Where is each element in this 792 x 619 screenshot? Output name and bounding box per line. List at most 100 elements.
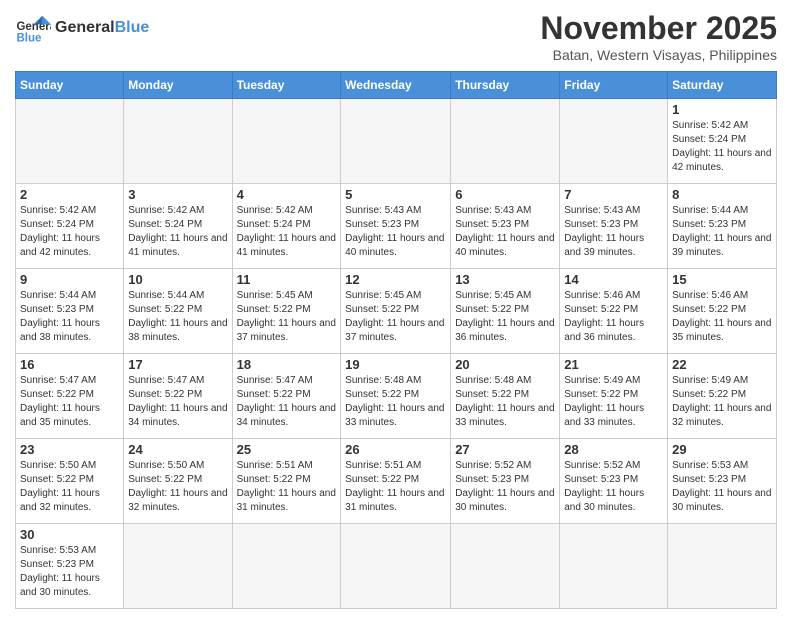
day-info: Sunrise: 5:46 AMSunset: 5:22 PMDaylight:… (672, 289, 772, 345)
calendar-cell (451, 524, 560, 609)
calendar-cell (232, 99, 341, 184)
calendar-cell (16, 99, 124, 184)
calendar-cell: 11Sunrise: 5:45 AMSunset: 5:22 PMDayligh… (232, 269, 341, 354)
day-info: Sunrise: 5:49 AMSunset: 5:22 PMDaylight:… (672, 374, 772, 430)
calendar-cell: 16 Sunrise: 5:47 AMSunset: 5:22 PMDayligh… (16, 354, 124, 439)
day-info: Sunrise: 5:44 AMSunset: 5:23 PMDaylight:… (672, 204, 772, 260)
calendar-cell: 29 Sunrise: 5:53 AMSunset: 5:23 PMDayligh… (668, 439, 777, 524)
day-number: 12 (345, 272, 446, 287)
calendar-cell: 13Sunrise: 5:45 AMSunset: 5:22 PMDayligh… (451, 269, 560, 354)
day-info: Sunrise: 5:42 AMSunset: 5:24 PMDaylight:… (672, 119, 772, 175)
calendar-cell (451, 99, 560, 184)
location-subtitle: Batan, Western Visayas, Philippines (540, 47, 777, 63)
day-info: Sunrise: 5:44 AMSunset: 5:22 PMDaylight:… (128, 289, 227, 345)
calendar-week-row: 16 Sunrise: 5:47 AMSunset: 5:22 PMDayligh… (16, 354, 777, 439)
day-number: 23 (20, 442, 119, 457)
day-number: 25 (237, 442, 337, 457)
calendar-cell: 2Sunrise: 5:42 AMSunset: 5:24 PMDaylight… (16, 184, 124, 269)
day-info: Sunrise: 5:51 AMSunset: 5:22 PMDaylight:… (237, 459, 337, 515)
calendar-cell (668, 524, 777, 609)
day-info: Sunrise: 5:47 AMSunset: 5:22 PMDaylight:… (128, 374, 227, 430)
calendar-cell: 5 Sunrise: 5:43 AMSunset: 5:23 PMDaylight… (341, 184, 451, 269)
calendar-cell: 27Sunrise: 5:52 AMSunset: 5:23 PMDayligh… (451, 439, 560, 524)
page-header: General Blue GeneralBlue November 2025 B… (15, 10, 777, 63)
day-info: Sunrise: 5:43 AMSunset: 5:23 PMDaylight:… (345, 204, 446, 260)
day-number: 10 (128, 272, 227, 287)
day-number: 11 (237, 272, 337, 287)
calendar-cell: 15 Sunrise: 5:46 AMSunset: 5:22 PMDayligh… (668, 269, 777, 354)
day-info: Sunrise: 5:44 AMSunset: 5:23 PMDaylight:… (20, 289, 119, 345)
day-number: 9 (20, 272, 119, 287)
day-number: 14 (564, 272, 663, 287)
calendar-cell: 9 Sunrise: 5:44 AMSunset: 5:23 PMDaylight… (16, 269, 124, 354)
logo-icon: General Blue (15, 10, 51, 46)
calendar-cell: 4Sunrise: 5:42 AMSunset: 5:24 PMDaylight… (232, 184, 341, 269)
day-number: 29 (672, 442, 772, 457)
day-number: 26 (345, 442, 446, 457)
day-number: 6 (455, 187, 555, 202)
day-number: 15 (672, 272, 772, 287)
weekday-header-wednesday: Wednesday (341, 72, 451, 99)
day-info: Sunrise: 5:43 AMSunset: 5:23 PMDaylight:… (564, 204, 663, 260)
day-info: Sunrise: 5:50 AMSunset: 5:22 PMDaylight:… (128, 459, 227, 515)
day-info: Sunrise: 5:49 AMSunset: 5:22 PMDaylight:… (564, 374, 663, 430)
calendar-cell: 22Sunrise: 5:49 AMSunset: 5:22 PMDayligh… (668, 354, 777, 439)
day-info: Sunrise: 5:51 AMSunset: 5:22 PMDaylight:… (345, 459, 446, 515)
day-number: 18 (237, 357, 337, 372)
day-info: Sunrise: 5:46 AMSunset: 5:22 PMDaylight:… (564, 289, 663, 345)
weekday-header-tuesday: Tuesday (232, 72, 341, 99)
day-number: 21 (564, 357, 663, 372)
day-info: Sunrise: 5:50 AMSunset: 5:22 PMDaylight:… (20, 459, 119, 515)
day-info: Sunrise: 5:47 AMSunset: 5:22 PMDaylight:… (237, 374, 337, 430)
calendar-cell: 17 Sunrise: 5:47 AMSunset: 5:22 PMDayligh… (124, 354, 232, 439)
calendar-cell (560, 524, 668, 609)
calendar-cell (560, 99, 668, 184)
calendar-cell: 8 Sunrise: 5:44 AMSunset: 5:23 PMDaylight… (668, 184, 777, 269)
day-info: Sunrise: 5:53 AMSunset: 5:23 PMDaylight:… (672, 459, 772, 515)
calendar-cell: 10 Sunrise: 5:44 AMSunset: 5:22 PMDayligh… (124, 269, 232, 354)
day-info: Sunrise: 5:43 AMSunset: 5:23 PMDaylight:… (455, 204, 555, 260)
day-info: Sunrise: 5:42 AMSunset: 5:24 PMDaylight:… (237, 204, 337, 260)
day-info: Sunrise: 5:53 AMSunset: 5:23 PMDaylight:… (20, 544, 119, 600)
weekday-header-thursday: Thursday (451, 72, 560, 99)
day-number: 7 (564, 187, 663, 202)
day-number: 27 (455, 442, 555, 457)
calendar-cell: 20Sunrise: 5:48 AMSunset: 5:22 PMDayligh… (451, 354, 560, 439)
day-number: 3 (128, 187, 227, 202)
weekday-header-saturday: Saturday (668, 72, 777, 99)
day-number: 5 (345, 187, 446, 202)
calendar-week-row: 1 Sunrise: 5:42 AMSunset: 5:24 PMDaylight… (16, 99, 777, 184)
day-number: 19 (345, 357, 446, 372)
day-number: 24 (128, 442, 227, 457)
calendar-cell (232, 524, 341, 609)
calendar-week-row: 23 Sunrise: 5:50 AMSunset: 5:22 PMDayligh… (16, 439, 777, 524)
calendar-cell: 1 Sunrise: 5:42 AMSunset: 5:24 PMDaylight… (668, 99, 777, 184)
calendar-cell: 12Sunrise: 5:45 AMSunset: 5:22 PMDayligh… (341, 269, 451, 354)
day-info: Sunrise: 5:48 AMSunset: 5:22 PMDaylight:… (345, 374, 446, 430)
day-number: 30 (20, 527, 119, 542)
calendar-cell: 28Sunrise: 5:52 AMSunset: 5:23 PMDayligh… (560, 439, 668, 524)
title-block: November 2025 Batan, Western Visayas, Ph… (540, 10, 777, 63)
calendar-cell (341, 99, 451, 184)
calendar-cell: 23 Sunrise: 5:50 AMSunset: 5:22 PMDayligh… (16, 439, 124, 524)
calendar-cell: 26 Sunrise: 5:51 AMSunset: 5:22 PMDayligh… (341, 439, 451, 524)
logo: General Blue GeneralBlue (15, 10, 149, 46)
weekday-header-row: SundayMondayTuesdayWednesdayThursdayFrid… (16, 72, 777, 99)
calendar-cell (341, 524, 451, 609)
day-info: Sunrise: 5:48 AMSunset: 5:22 PMDaylight:… (455, 374, 555, 430)
calendar-cell: 19 Sunrise: 5:48 AMSunset: 5:22 PMDayligh… (341, 354, 451, 439)
weekday-header-sunday: Sunday (16, 72, 124, 99)
calendar-cell: 3 Sunrise: 5:42 AMSunset: 5:24 PMDaylight… (124, 184, 232, 269)
day-number: 8 (672, 187, 772, 202)
calendar-cell: 14 Sunrise: 5:46 AMSunset: 5:22 PMDayligh… (560, 269, 668, 354)
calendar-cell: 24 Sunrise: 5:50 AMSunset: 5:22 PMDayligh… (124, 439, 232, 524)
calendar-week-row: 9 Sunrise: 5:44 AMSunset: 5:23 PMDaylight… (16, 269, 777, 354)
day-number: 17 (128, 357, 227, 372)
calendar-cell: 6 Sunrise: 5:43 AMSunset: 5:23 PMDaylight… (451, 184, 560, 269)
day-info: Sunrise: 5:47 AMSunset: 5:22 PMDaylight:… (20, 374, 119, 430)
day-info: Sunrise: 5:42 AMSunset: 5:24 PMDaylight:… (128, 204, 227, 260)
day-number: 28 (564, 442, 663, 457)
day-number: 16 (20, 357, 119, 372)
calendar-cell: 21 Sunrise: 5:49 AMSunset: 5:22 PMDayligh… (560, 354, 668, 439)
day-number: 1 (672, 102, 772, 117)
